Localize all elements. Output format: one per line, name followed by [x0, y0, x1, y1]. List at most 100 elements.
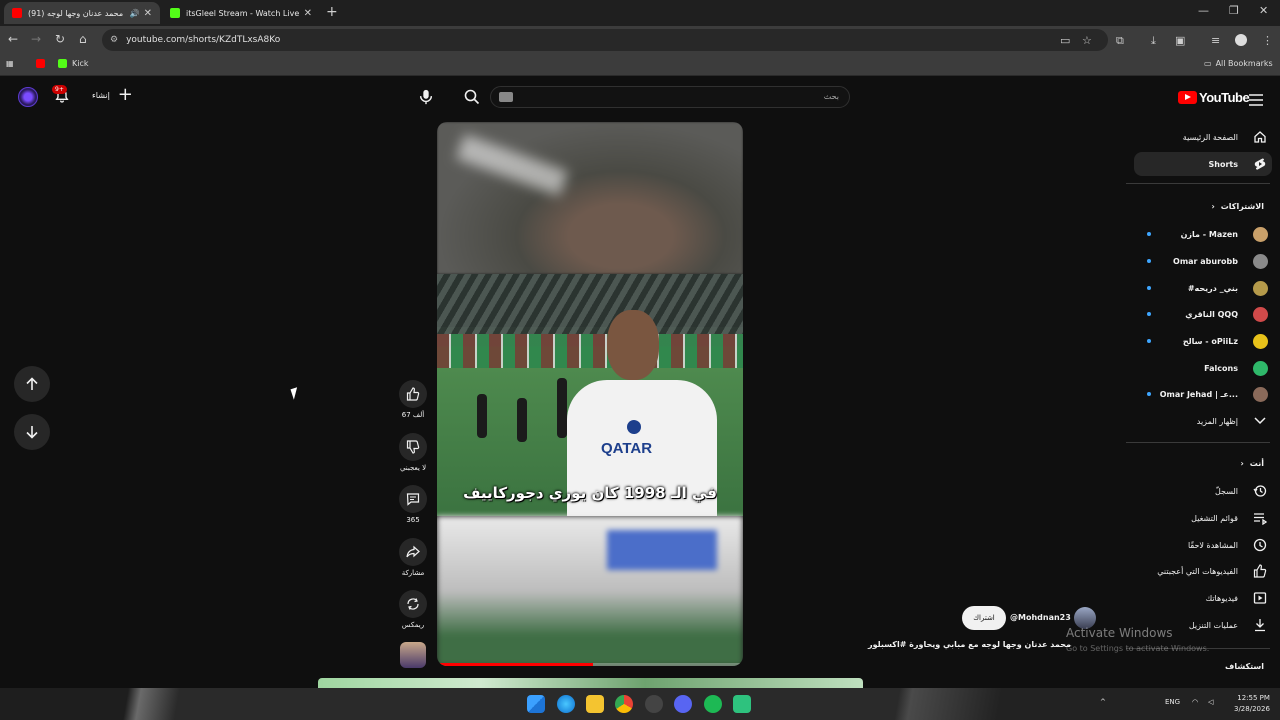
language-indicator[interactable]: ENG [1165, 698, 1180, 706]
keyboard-icon[interactable] [499, 92, 513, 102]
sidebar-item-playlists[interactable]: قوائم التشغيل [1130, 506, 1268, 530]
close-window-icon[interactable]: ✕ [1259, 4, 1268, 17]
search-placeholder: بحث [823, 92, 839, 101]
share-button[interactable]: مشاركة [398, 538, 428, 577]
short-video-player[interactable]: QATAR في الـ 1998 كان يوري دجوركاييف [437, 122, 743, 666]
app-icon[interactable] [733, 695, 751, 713]
profile-avatar[interactable] [1235, 34, 1247, 46]
edge-icon[interactable] [557, 695, 575, 713]
address-bar[interactable]: ⚙ youtube.com/shorts/KZdTLxsA8Ko [102, 29, 1108, 51]
channel-name: Omar aburobb [1173, 256, 1238, 266]
system-clock[interactable]: 12:55 PM 3/28/2026 [1234, 693, 1270, 715]
youtube-play-icon [1178, 91, 1197, 104]
close-tab-icon[interactable]: ✕ [304, 8, 312, 19]
discord-icon[interactable] [674, 695, 692, 713]
sidebar-item-home[interactable]: الصفحة الرئيسية [1130, 125, 1268, 149]
chrome-icon[interactable] [615, 695, 633, 713]
forward-icon[interactable]: → [31, 32, 41, 46]
dislike-label: لا يعجبني [399, 464, 427, 472]
comments-button[interactable]: 365 [398, 485, 428, 524]
sidebar-item-history[interactable]: السجلّ [1130, 479, 1268, 503]
file-explorer-icon[interactable] [586, 695, 604, 713]
search-button[interactable] [460, 86, 484, 108]
subscribe-button[interactable]: اشتراك [962, 606, 1006, 630]
tab-search-icon[interactable]: ≡ [1211, 34, 1220, 47]
microphone-icon [419, 89, 433, 105]
folder-icon: ▭ [1204, 59, 1212, 68]
video-progress-bar[interactable] [437, 663, 743, 666]
channel-avatar [1252, 306, 1268, 322]
volume-icon[interactable]: ◁ [1208, 698, 1213, 706]
remix-button[interactable]: ريمكس [398, 590, 428, 629]
extensions-icon[interactable]: ⧉ [1116, 34, 1124, 48]
steam-icon[interactable] [645, 695, 663, 713]
channel-name: #بني_ دريحه [1187, 283, 1238, 293]
playlist-icon [1252, 510, 1268, 526]
subscriptions-header[interactable]: › الاشتراكات [1211, 202, 1264, 211]
you-header[interactable]: › أنت [1240, 459, 1264, 468]
spotify-icon[interactable] [704, 695, 722, 713]
previous-short-button[interactable] [14, 366, 50, 402]
new-tab-button[interactable]: + [326, 4, 338, 20]
arrow-down-icon [26, 426, 38, 439]
guide-menu-button[interactable] [1249, 91, 1263, 110]
sidebar-label: السجلّ [1214, 486, 1238, 496]
wifi-icon[interactable]: ◠ [1192, 698, 1198, 706]
next-short-button[interactable] [14, 414, 50, 450]
minimize-icon[interactable]: — [1198, 4, 1209, 17]
channel-avatar [1252, 226, 1268, 242]
short-title[interactable]: محمد عدنان وجها لوجه مع مبابي ويحاورة #ا… [868, 640, 1071, 649]
speaker-icon: 🔊 [129, 8, 140, 18]
bookmark-star-icon[interactable]: ☆ [1082, 34, 1092, 47]
create-button[interactable]: إنشاء + [92, 86, 133, 104]
all-bookmarks[interactable]: ▭ All Bookmarks [1204, 59, 1273, 68]
sound-channel-thumbnail[interactable] [400, 642, 426, 668]
chevron-right-icon: › [1211, 202, 1215, 211]
sidepanel-icon[interactable]: ▣ [1175, 34, 1185, 47]
sidebar-label: المشاهدة لاحقًا [1187, 540, 1238, 550]
account-avatar[interactable] [18, 87, 38, 107]
sidebar-sub-item[interactable]: Falcons [1130, 356, 1268, 380]
sidebar-item-watch-later[interactable]: المشاهدة لاحقًا [1130, 533, 1268, 557]
sidebar-item-shorts[interactable]: Shorts [1134, 152, 1272, 176]
voice-search-button[interactable] [414, 86, 438, 108]
cast-icon[interactable]: ▭ [1060, 34, 1070, 47]
dislike-button[interactable]: لا يعجبني [398, 433, 428, 472]
search-input[interactable]: بحث [490, 86, 850, 108]
reload-icon[interactable]: ↻ [55, 32, 65, 46]
sidebar-item-your-videos[interactable]: فيديوهاتك [1130, 586, 1268, 610]
tray-overflow-icon[interactable]: ^ [1100, 698, 1106, 706]
sidebar-show-more[interactable]: إظهار المزيد [1130, 409, 1268, 433]
bookmark-kick[interactable]: Kick [58, 59, 89, 68]
channel-name: Falcons [1204, 363, 1238, 373]
menu-kebab-icon[interactable]: ⋮ [1262, 34, 1273, 47]
close-tab-icon[interactable]: ✕ [144, 8, 152, 19]
download-icon[interactable]: ⤓ [1151, 34, 1156, 48]
notifications-button[interactable]: 9+ [52, 85, 70, 108]
home-icon[interactable]: ⌂ [79, 32, 87, 46]
sidebar-item-liked[interactable]: الفيديوهات التي أعجبتني [1130, 559, 1268, 583]
next-short-preview[interactable] [318, 678, 863, 688]
activate-windows-subtext: Go to Settings to activate Windows. [1066, 644, 1210, 653]
bookmark-label: Kick [72, 59, 89, 68]
sidebar-label: عمليات التنزيل [1188, 620, 1238, 630]
share-label: مشاركة [401, 569, 425, 577]
youtube-logo[interactable]: YouTube [1178, 90, 1250, 105]
channel-name: مازن - Mazen [1180, 229, 1238, 239]
start-windows-icon[interactable] [527, 695, 545, 713]
sidebar-label: الفيديوهات التي أعجبتني [1157, 566, 1238, 576]
like-button[interactable]: 67 ألف [398, 380, 428, 419]
tab-kick[interactable]: itsGleel Stream - Watch Live on ✕ [162, 2, 320, 24]
tab-youtube[interactable]: (91) محمد عدنان وجها لوجه 🔊 ✕ [4, 2, 160, 24]
chevron-right-icon: › [1240, 459, 1244, 468]
back-icon[interactable]: ← [8, 32, 18, 46]
new-content-dot [1147, 339, 1151, 343]
share-icon [406, 545, 420, 558]
site-info-icon[interactable]: ⚙ [110, 35, 118, 45]
restore-icon[interactable]: ❐ [1229, 4, 1239, 17]
bookmark-youtube[interactable] [36, 59, 50, 68]
apps-grid-icon[interactable]: ▦ [6, 59, 14, 68]
home-icon [1252, 129, 1268, 145]
like-count: 67 ألف [401, 411, 425, 419]
channel-handle[interactable]: @Mohdnan23 [1010, 613, 1071, 622]
